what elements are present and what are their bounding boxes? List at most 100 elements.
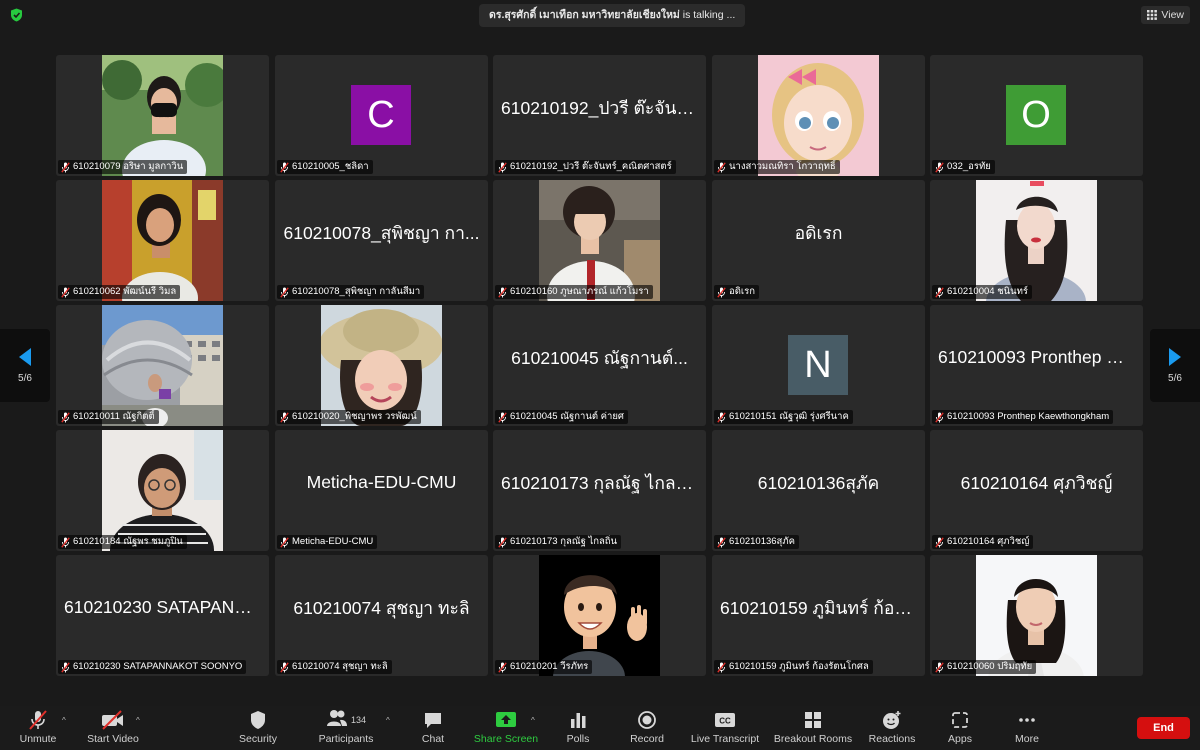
participant-display-name: 610210136สุภัค [720,430,917,535]
participant-name-label: 610210005_ชลิดา [277,160,373,174]
muted-mic-icon [61,661,70,673]
participant-video [321,305,442,426]
participant-tile[interactable]: 610210011 ณัฐกิตติ์ [56,305,269,426]
record-button[interactable]: Record [624,706,670,750]
share-options-caret[interactable]: ^ [531,716,535,725]
participant-display-name: Meticha-EDU-CMU [283,430,480,535]
end-meeting-button[interactable]: End [1137,717,1190,739]
participant-tile[interactable]: Meticha-EDU-CMU Meticha-EDU-CMU [275,430,488,551]
participant-tile[interactable]: 610210159 ภูมินทร์ ก้อง... 610210159 ภูมิ… [712,555,925,676]
muted-mic-icon [498,286,507,298]
audio-options-caret[interactable]: ^ [62,716,66,725]
chat-button[interactable]: Chat [413,706,453,750]
participants-options-caret[interactable]: ^ [386,716,390,725]
participant-display-name: 610210093 Pronthep Ka... [938,305,1135,410]
participant-name-text: Meticha-EDU-CMU [292,536,374,547]
participant-name-text: 610210192_ปวรี ต๊ะจันทร์_คณิตศาสตร์ [510,161,672,172]
participant-display-name-text: Meticha-EDU-CMU [306,472,457,492]
participant-tile[interactable]: 610210062 พัฒน์นรี วิมล [56,180,269,301]
live-transcript-label: Live Transcript [690,733,760,745]
participant-name-text: 610210060 ปริมฤทัย [947,661,1033,672]
participant-name-label: 610210192_ปวรี ต๊ะจันทร์_คณิตศาสตร์ [495,160,676,174]
participant-video [976,180,1097,301]
muted-mic-icon [717,661,726,673]
muted-mic-icon [498,411,507,423]
participant-name-text: 610210159 ภูมินทร์ ก้องรัตนโกศล [729,661,869,672]
participant-tile[interactable]: O 032_อรทัย [930,55,1143,176]
gallery-grid: 610210079 อริษา มูลกาวิน C 610210005_ชลิดา… [56,55,1145,677]
participant-name-label: 610210011 ณัฐกิตติ์ [58,410,159,424]
arrow-right-icon [1169,348,1181,366]
participant-tile[interactable]: 610210201 วีรภัทร [493,555,706,676]
participant-tile[interactable]: 610210173 กุลณัฐ ไกลถิ่น 610210173 กุลณัฐ… [493,430,706,551]
participant-tile[interactable]: 610210136สุภัค 610210136สุภัค [712,430,925,551]
muted-mic-icon [717,286,726,298]
apps-button[interactable]: Apps [940,706,980,750]
participant-tile[interactable]: 610210078_สุพิชญา กา... 610210078_สุพิชญา… [275,180,488,301]
record-label: Record [630,733,664,745]
unmute-button[interactable]: Unmute [14,706,62,750]
participant-tile[interactable]: 610210093 Pronthep Ka... 610210093 Pronth… [930,305,1143,426]
unmute-label: Unmute [19,733,57,745]
participant-tile[interactable]: 610210045 ณัฐกานต์... 610210045 ณัฐกานต์ … [493,305,706,426]
muted-mic-icon [280,661,289,673]
participant-name-label: 610210230 SATAPANNAKOT SOONYO [58,660,247,674]
encryption-shield-icon[interactable] [10,8,23,22]
participant-tile[interactable]: N 610210151 ณัฐวุฒิ รุ่งศรีนาค [712,305,925,426]
participant-display-name: อดิเรก [720,180,917,285]
breakout-rooms-button[interactable]: Breakout Rooms [772,706,854,750]
participant-display-name-text: 610210093 Pronthep Ka... [938,347,1135,367]
participant-display-name: 610210192_ปวรี ต๊ะจันท... [501,55,698,160]
participants-button[interactable]: 134 Participants [312,706,380,750]
participant-name-label: 610210079 อริษา มูลกาวิน [58,160,188,174]
participant-video [102,430,223,551]
video-options-caret[interactable]: ^ [136,716,140,725]
participant-tile[interactable]: อดิเรก อดิเรก [712,180,925,301]
share-screen-icon [496,712,516,727]
page-indicator-left: 5/6 [18,373,32,384]
previous-page-button[interactable]: 5/6 [0,329,50,402]
participant-name-label: 610210160 ภูษณาภรณ์ แก้วโมรา [495,285,653,299]
participant-tile[interactable]: 610210060 ปริมฤทัย [930,555,1143,676]
participant-video [102,180,223,301]
participant-name-label: 610210151 ณัฐวุฒิ รุ่งศรีนาค [714,410,853,424]
muted-mic-icon [498,661,507,673]
participant-name-label: 610210173 กุลณัฐ ไกลถิ่น [495,535,622,549]
security-button[interactable]: Security [233,706,283,750]
share-screen-button[interactable]: Share Screen [472,706,540,750]
participant-tile[interactable]: 610210160 ภูษณาภรณ์ แก้วโมรา [493,180,706,301]
chat-icon [425,713,441,728]
participant-tile[interactable]: 610210020_พิชญาพร วรพัฒน์ [275,305,488,426]
reactions-label: Reactions [868,733,916,745]
participant-tile[interactable]: นางสาวมณทิรา โกวาฤทธิ์ [712,55,925,176]
participant-display-name: 610210045 ณัฐกานต์... [501,305,698,410]
next-page-button[interactable]: 5/6 [1150,329,1200,402]
start-video-button[interactable]: Start Video [82,706,144,750]
participant-name-label: 610210045 ณัฐกานต์ ค่ายศ [495,410,628,424]
participant-name-label: 610210074 สุชญา ทะลิ [277,660,392,674]
participant-tile[interactable]: 610210164 ศุภวิชญ์ 610210164 ศุภวิชญ์ [930,430,1143,551]
more-button[interactable]: More [1007,706,1047,750]
reactions-button[interactable]: Reactions [866,706,918,750]
participant-name-text: 610210074 สุชญา ทะลิ [292,661,388,672]
participant-name-label: อดิเรก [714,285,759,299]
participant-tile[interactable]: 610210079 อริษา มูลกาวิน [56,55,269,176]
participants-label: Participants [318,733,374,745]
more-label: More [1015,733,1039,745]
participant-display-name-text: 610210192_ปวรี ต๊ะจันท... [501,97,698,118]
participant-tile[interactable]: C 610210005_ชลิดา [275,55,488,176]
participant-tile[interactable]: 610210184 ณัฐพร ชมภูปิน [56,430,269,551]
start-video-label: Start Video [87,733,139,745]
participant-tile[interactable]: 610210074 สุชญา ทะลิ 610210074 สุชญา ทะลิ [275,555,488,676]
participant-name-text: 610210160 ภูษณาภรณ์ แก้วโมรา [510,286,649,297]
polls-button[interactable]: Polls [558,706,598,750]
participant-display-name-text: 610210074 สุชญา ทะลิ [293,597,470,618]
participant-tile[interactable]: 610210192_ปวรี ต๊ะจันท... 610210192_ปวรี … [493,55,706,176]
svg-text:CC: CC [719,717,731,726]
participant-tile[interactable]: 610210004 ชนินทร์ [930,180,1143,301]
participant-tile[interactable]: 610210230 SATAPANN... 610210230 SATAPANNA… [56,555,269,676]
participant-name-text: 610210078_สุพิชญา กาลันสีมา [292,286,421,297]
participant-name-text: 610210045 ณัฐกานต์ ค่ายศ [510,411,624,422]
live-transcript-button[interactable]: CC Live Transcript [688,706,762,750]
view-button[interactable]: View [1141,6,1190,24]
